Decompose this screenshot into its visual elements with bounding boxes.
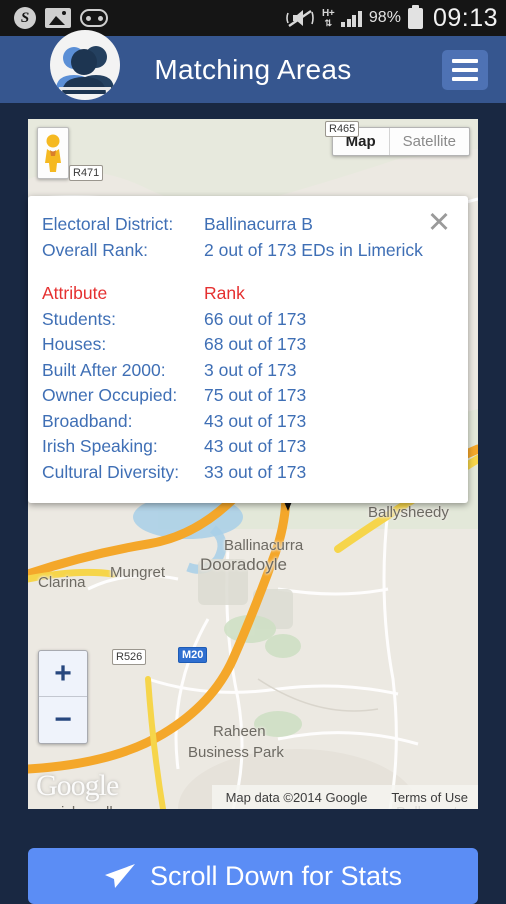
terms-of-use-link[interactable]: Terms of Use [391,790,468,805]
rank-value: 43 out of 173 [204,410,307,431]
send-plane-icon [104,862,136,890]
map-label: Raheen [213,723,266,740]
map-label: rickswell [56,804,113,809]
rank-value: 68 out of 173 [204,334,307,354]
attribute-label: Owner Occupied: [42,385,178,405]
map-label: Clarina [38,574,86,591]
google-logo: Google [36,769,119,802]
app-header: Matching Areas [0,30,506,103]
map-label: Mungret [110,564,166,581]
info-row-electoral-district: Electoral District: Ballinacurra B [42,212,454,238]
map-type-satellite[interactable]: Satellite [388,128,469,155]
attribute-label: Houses: [42,334,107,354]
table-row: Broadband: 43 out of 173 [42,409,454,435]
attribute-label: Students: [42,308,116,329]
attribute-label: Built After 2000: [42,359,166,380]
column-header-rank: Rank [204,283,245,303]
road-shield-m20: M20 [178,647,208,663]
close-x-icon[interactable]: ✕ [424,208,454,238]
info-label: Electoral District: [42,214,174,234]
photo-icon [45,8,71,28]
column-header-attribute: Attribute [42,283,108,303]
info-value: Ballinacurra B [204,214,313,234]
network-type-icon: H+ ⇅ [321,7,335,28]
road-shield-r465: R465 [325,121,360,137]
table-row: Students: 66 out of 173 [42,307,454,333]
table-row: Cultural Diversity: 33 out of 173 [42,460,454,486]
s-badge-icon: S [14,7,36,29]
battery-percent: 98% [368,9,401,26]
table-row: Irish Speaking: 43 out of 173 [42,434,454,460]
network-type-label: H+ [321,7,335,19]
voicemail-icon [80,9,108,27]
map-label: Ballinacurra [224,537,304,554]
data-arrows-icon: ⇅ [324,17,333,28]
zoom-in-button[interactable]: + [39,651,87,697]
rank-value: 33 out of 173 [204,461,307,482]
map-label: Ballysheedy [368,504,449,521]
signal-bars-icon [341,10,362,27]
attribute-label: Broadband: [42,410,133,431]
pegman-streetview-icon[interactable] [37,127,69,179]
map-attribution-text: Map data ©2014 Google [225,789,368,805]
zoom-out-button[interactable]: − [39,697,87,743]
status-notification-icons: S [14,7,108,29]
map-zoom-controls[interactable]: + − [38,650,88,744]
info-value: 2 out of 173 EDs in Limerick [204,239,423,260]
map-attribution-bar: Map data ©2014 Google Terms of Use [211,785,478,809]
table-row: Built After 2000: 3 out of 173 [42,358,454,384]
map-label: Business Park [188,744,284,761]
vibrate-mute-icon [285,7,315,29]
status-system-icons: H+ ⇅ 98% 09:13 [285,4,498,33]
rank-value: 75 out of 173 [204,385,307,405]
rank-value: 43 out of 173 [204,436,307,456]
road-shield-r526: R526 [112,649,147,665]
info-window-card: ✕ Electoral District: Ballinacurra B Ove… [28,196,468,503]
table-row: Owner Occupied: 75 out of 173 [42,383,454,409]
battery-full-icon [407,4,423,29]
scroll-down-for-stats-button[interactable]: Scroll Down for Stats [28,848,478,904]
info-row-overall-rank: Overall Rank: 2 out of 173 EDs in Limeri… [42,238,454,264]
rank-value: 66 out of 173 [204,308,307,329]
page-title: Matching Areas [154,53,352,85]
table-header-row: Attribute Rank [42,281,454,307]
clock-time: 09:13 [432,3,498,32]
table-row: Houses: 68 out of 173 [42,332,454,358]
map-label: Dooradoyle [200,555,287,574]
attribute-label: Cultural Diversity: [42,461,180,482]
info-label: Overall Rank: [42,239,149,260]
rank-value: 3 out of 173 [204,359,297,380]
cta-label: Scroll Down for Stats [149,860,403,891]
attribute-label: Irish Speaking: [42,436,158,456]
hamburger-menu-icon[interactable] [442,50,488,90]
road-shield-r471: R471 [69,165,104,181]
